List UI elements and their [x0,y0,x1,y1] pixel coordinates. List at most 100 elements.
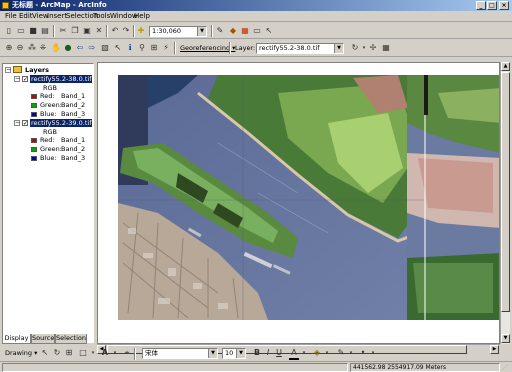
zoom-in-icon[interactable]: ⊕ [4,43,14,53]
scroll-up-icon[interactable]: ▲ [501,62,510,71]
menu-edit[interactable]: Edit [19,12,33,21]
close-button[interactable]: × [499,1,509,10]
redo-icon[interactable]: ↷ [121,26,131,36]
menu-tools[interactable]: Tools [93,12,110,21]
fixed-zoom-out-icon[interactable]: ⁜ [38,43,48,53]
menu-file[interactable]: File [5,12,17,21]
chevron-down-icon[interactable]: ▼ [334,44,343,53]
chevron-down-icon[interactable]: ▾ [322,348,332,358]
blue-band-swatch [31,112,37,117]
layer-visibility-checkbox[interactable]: ✓ [22,120,28,127]
minimize-button[interactable]: _ [476,1,486,10]
editor-toolbar-icon[interactable]: ✎ [215,26,225,36]
band-value: Band_3 [61,154,86,162]
chevron-down-icon[interactable]: ▼ [236,349,245,358]
open-icon[interactable]: ▭ [16,26,26,36]
rectangle-icon[interactable]: □ [78,348,88,358]
fill-color-icon[interactable]: ◈ [312,348,322,358]
drawing-menu[interactable]: Drawing ▾ [5,349,37,357]
font-name-combo[interactable]: 宋体 ▼ [142,348,218,359]
add-data-icon[interactable]: ✚ [136,26,146,36]
back-extent-icon[interactable]: ⇦ [75,43,85,53]
undo-icon[interactable]: ↶ [110,26,120,36]
copy-icon[interactable]: ❐ [70,26,80,36]
print-icon[interactable]: ▤ [40,26,50,36]
standard-toolbar: ▯ ▭ ■ ▤ ✂ ❐ ▣ ✕ ↶ ↷ ✚ 1:30,060 ▼ ✎ ◆ ▦ ▭… [0,23,512,39]
layer-name[interactable]: rectify55.2-39.0.tif [30,119,93,127]
red-band-swatch [31,138,37,143]
chevron-down-icon[interactable]: ▼ [208,349,217,358]
band-value: Band_2 [61,145,86,153]
full-extent-icon[interactable]: ● [63,43,73,53]
bold-icon[interactable]: B [252,348,262,358]
add-control-points-icon[interactable]: ✢ [368,43,378,53]
menu-help[interactable]: Help [134,12,150,21]
underline-icon[interactable]: U [274,348,284,358]
status-coordinates: 441562.98 2554917.09 Meters [350,363,500,372]
line-color-icon[interactable]: ✎ [336,348,346,358]
green-band-swatch [31,147,37,152]
layer-name[interactable]: rectify55.2-38.0.tif [30,75,93,83]
cut-icon[interactable]: ✂ [58,26,68,36]
tab-selection[interactable]: Selection [55,334,87,344]
text-icon[interactable]: A [100,348,110,358]
chevron-down-icon[interactable]: ▾ [88,348,98,358]
vertical-scrollbar[interactable]: ▲ ▼ [500,62,510,344]
new-document-icon[interactable]: ▯ [4,26,14,36]
forward-extent-icon[interactable]: ⇨ [87,43,97,53]
tab-source[interactable]: Source [31,334,55,344]
resize-grip-icon[interactable]: ⋰ [502,364,510,372]
select-elements-icon[interactable]: ↖ [40,348,50,358]
separator [106,25,108,37]
collapse-icon[interactable]: − [14,76,20,82]
status-message [2,363,348,372]
band-label: Blue: [40,110,57,118]
font-color-icon[interactable]: A [289,348,299,360]
green-band-swatch [31,103,37,108]
map-scale-combo[interactable]: 1:30,060 ▼ [149,26,207,37]
data-frame-label[interactable]: Layers [25,66,49,74]
chevron-down-icon[interactable]: ▾ [346,348,356,358]
delete-icon[interactable]: ✕ [94,26,104,36]
help-pointer-icon[interactable]: ↖ [264,26,274,36]
chevron-down-icon[interactable]: ▾ [110,348,120,358]
separator [174,42,176,54]
arctoolbox-icon[interactable]: ◆ [228,26,238,36]
collapse-icon[interactable]: − [5,67,11,73]
menu-insert[interactable]: Insert [47,12,67,21]
marker-color-icon[interactable]: • [358,348,368,358]
map-view[interactable] [97,62,500,344]
pan-icon[interactable]: ✋ [51,43,61,53]
georeferencing-menu[interactable]: Georeferencing ▾ [180,44,235,52]
select-elements-icon[interactable]: ↖ [113,43,123,53]
hyperlink-icon[interactable]: ⚡ [161,43,171,53]
collapse-icon[interactable]: − [14,120,20,126]
italic-icon[interactable]: I [263,348,273,358]
rotate-icon[interactable]: ↻ [52,348,62,358]
arccatalog-icon[interactable]: ▦ [240,26,250,36]
identify-icon[interactable]: ℹ [125,43,135,53]
select-features-icon[interactable]: ▧ [100,43,110,53]
scroll-thumb[interactable] [501,72,510,312]
zoom-whole-page-icon[interactable]: ⊞ [64,348,74,358]
measure-icon[interactable]: ⊞ [149,43,159,53]
layer-visibility-checkbox[interactable]: ✓ [22,76,28,83]
separator [229,42,231,54]
maximize-button[interactable]: □ [487,1,497,10]
band-value: Band_1 [61,92,86,100]
georef-layer-combo[interactable]: rectify55.2-38.0.tif ▼ [256,43,344,54]
paste-icon[interactable]: ▣ [82,26,92,36]
chevron-down-icon[interactable]: ▾ [368,348,378,358]
font-size-combo[interactable]: 10 ▼ [222,348,246,359]
scroll-down-icon[interactable]: ▼ [501,334,510,343]
fixed-zoom-in-icon[interactable]: ⁂ [27,43,37,53]
save-icon[interactable]: ■ [28,26,38,36]
chevron-down-icon[interactable]: ▼ [197,27,206,36]
zoom-out-icon[interactable]: ⊖ [15,43,25,53]
command-line-icon[interactable]: ▭ [252,26,262,36]
tab-display[interactable]: Display [2,334,31,344]
edit-vertices-icon[interactable]: ⌖ [122,348,132,358]
find-icon[interactable]: ⚲ [137,43,147,53]
chevron-down-icon[interactable]: ▾ [299,348,309,358]
view-link-table-icon[interactable]: ▦ [381,43,391,53]
